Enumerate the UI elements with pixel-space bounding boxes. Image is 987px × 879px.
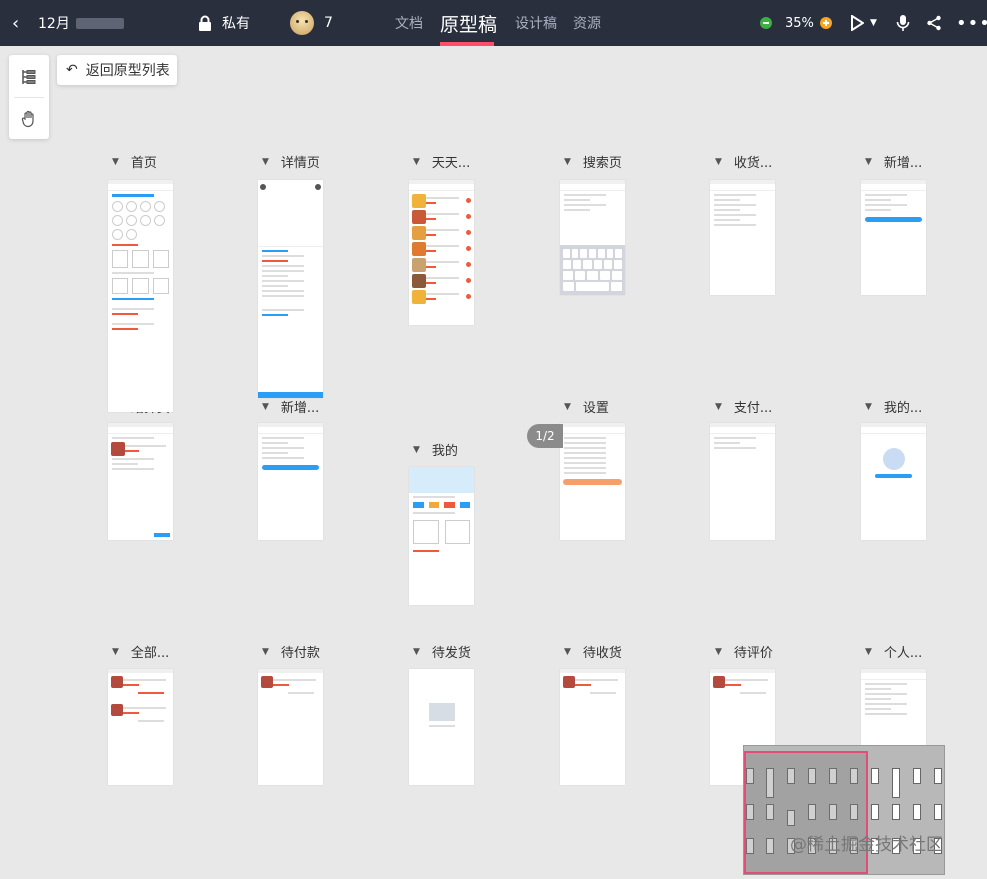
- chevron-down-icon: ▼: [413, 444, 420, 455]
- screen-thumbnail[interactable]: [258, 423, 323, 540]
- chevron-down-icon: ▼: [564, 156, 571, 167]
- undo-icon: ↶: [66, 62, 78, 78]
- more-button[interactable]: •••: [956, 0, 987, 46]
- screen-label[interactable]: ▼ 首页: [112, 152, 157, 171]
- screen-label[interactable]: ▼ 新增...: [865, 152, 922, 171]
- screen-thumbnail[interactable]: [560, 423, 625, 540]
- project-title[interactable]: 12月: [38, 0, 124, 46]
- screen-thumbnail[interactable]: [710, 423, 775, 540]
- screen-label[interactable]: ▼ 天天...: [413, 152, 470, 171]
- active-tab-indicator: [440, 42, 494, 46]
- chevron-down-icon: ▼: [262, 401, 269, 412]
- chevron-down-icon: ▼: [715, 401, 722, 412]
- zoom-out-button[interactable]: [760, 0, 772, 46]
- redacted-title: [75, 17, 124, 29]
- chevron-down-icon: ▼: [112, 646, 119, 657]
- screen-thumbnail[interactable]: [560, 180, 625, 295]
- chevron-down-icon: ▼: [865, 401, 872, 412]
- screen-thumbnail[interactable]: [710, 180, 775, 295]
- tab-docs[interactable]: 文档: [395, 0, 423, 46]
- screen-label[interactable]: ▼ 详情页: [262, 152, 320, 171]
- chevron-down-icon: ▼: [413, 156, 420, 167]
- screen-thumbnail[interactable]: [108, 423, 173, 540]
- screen-label[interactable]: ▼ 搜索页: [564, 152, 622, 171]
- zoom-in-button[interactable]: [820, 0, 832, 46]
- privacy-toggle[interactable]: 私有: [198, 0, 250, 46]
- tool-panel: [9, 55, 49, 139]
- screen-label[interactable]: ▼ 支付...: [715, 397, 772, 416]
- zoom-in-icon: [820, 17, 832, 29]
- avatar: [290, 11, 314, 35]
- screen-label[interactable]: ▼ 个人...: [865, 642, 922, 661]
- share-button[interactable]: [926, 0, 942, 46]
- zoom-out-icon: [760, 17, 772, 29]
- hand-icon: [21, 110, 34, 128]
- screen-thumbnail[interactable]: [861, 180, 926, 295]
- voice-button[interactable]: [896, 0, 910, 46]
- member-count: 7: [324, 15, 333, 31]
- lock-icon: [199, 15, 211, 31]
- tab-resources[interactable]: 资源: [573, 0, 601, 46]
- chevron-down-icon: ▼: [870, 18, 877, 28]
- tab-design[interactable]: 设计稿: [515, 0, 557, 46]
- screen-thumbnail[interactable]: [108, 180, 173, 412]
- chevron-down-icon: ▼: [865, 646, 872, 657]
- screen-label[interactable]: ▼ 待收货: [564, 642, 622, 661]
- share-icon: [927, 15, 941, 31]
- screen-thumbnail[interactable]: [861, 423, 926, 540]
- chevron-down-icon: ▼: [112, 156, 119, 167]
- screen-label[interactable]: ▼ 全部...: [112, 642, 169, 661]
- screen-label[interactable]: ▼ 新增...: [262, 397, 319, 416]
- screen-thumbnail[interactable]: [258, 180, 323, 398]
- zoom-level: 35%: [785, 15, 814, 31]
- chevron-down-icon: ▼: [715, 646, 722, 657]
- chevron-down-icon: ▼: [564, 646, 571, 657]
- hand-tool-button[interactable]: [9, 99, 49, 139]
- screen-thumbnail[interactable]: [409, 180, 474, 325]
- screen-thumbnail[interactable]: [560, 669, 625, 785]
- chevron-left-icon: ‹: [12, 12, 20, 34]
- screen-thumbnail[interactable]: [409, 669, 474, 785]
- back-button[interactable]: ‹: [12, 0, 19, 46]
- privacy-label: 私有: [222, 16, 250, 32]
- chevron-down-icon: ▼: [262, 156, 269, 167]
- project-title-text: 12月: [38, 16, 70, 32]
- more-icon: •••: [956, 12, 987, 34]
- chevron-down-icon: ▼: [262, 646, 269, 657]
- screen-label[interactable]: ▼ 待评价: [715, 642, 773, 661]
- screen-thumbnail[interactable]: [108, 669, 173, 785]
- layer-tree-button[interactable]: [9, 57, 49, 97]
- members-button[interactable]: 7: [290, 0, 333, 46]
- back-label: 返回原型列表: [85, 63, 170, 79]
- back-to-prototype-list-button[interactable]: ↶ 返回原型列表: [57, 55, 177, 85]
- screen-label[interactable]: ▼ 收货...: [715, 152, 772, 171]
- screen-label[interactable]: ▼ 待付款: [262, 642, 320, 661]
- watermark: @稀土掘金技术社区: [790, 835, 943, 855]
- chevron-down-icon: ▼: [413, 646, 420, 657]
- screen-label[interactable]: ▼ 设置: [564, 397, 609, 416]
- screen-label[interactable]: ▼ 我的...: [865, 397, 922, 416]
- chevron-down-icon: ▼: [564, 401, 571, 412]
- layer-tree-icon: [22, 70, 36, 84]
- screen-thumbnail[interactable]: [409, 467, 474, 605]
- preview-button[interactable]: ▼: [850, 0, 877, 46]
- screen-label[interactable]: ▼ 待发货: [413, 642, 471, 661]
- microphone-icon: [896, 15, 910, 31]
- page-indicator[interactable]: 1/2: [527, 424, 563, 448]
- screen-label[interactable]: ▼ 我的: [413, 440, 458, 459]
- minimap-viewport[interactable]: [744, 751, 868, 874]
- play-icon: [851, 15, 864, 31]
- screen-thumbnail[interactable]: [258, 669, 323, 785]
- tool-divider: [14, 97, 44, 98]
- chevron-down-icon: ▼: [715, 156, 722, 167]
- minimap[interactable]: [743, 745, 945, 875]
- top-bar: ‹ 12月 私有 7 文档 原型稿 设计稿 资源 35% ▼ •••: [0, 0, 987, 46]
- tab-prototype[interactable]: 原型稿: [440, 0, 497, 46]
- chevron-down-icon: ▼: [865, 156, 872, 167]
